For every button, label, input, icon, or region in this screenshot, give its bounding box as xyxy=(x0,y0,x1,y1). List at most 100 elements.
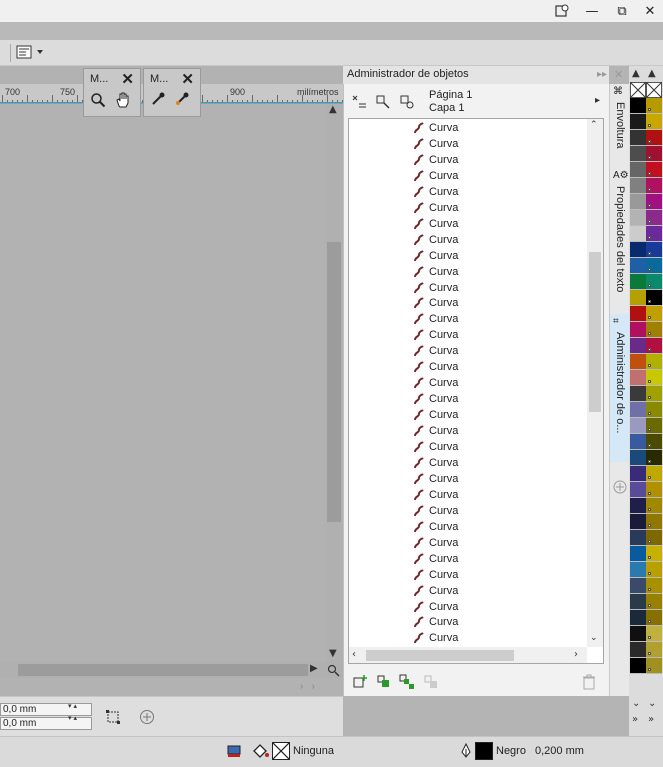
tree-item-curve[interactable]: Curva xyxy=(413,343,458,359)
palette-scroll-up-icon[interactable]: ▲ xyxy=(632,68,640,79)
zoom-to-page-icon[interactable] xyxy=(327,664,340,677)
new-layer-icon[interactable] xyxy=(352,674,368,690)
color-swatch[interactable] xyxy=(630,242,646,258)
color-swatch[interactable] xyxy=(646,402,662,418)
color-swatch[interactable] xyxy=(630,290,646,306)
color-swatch[interactable] xyxy=(630,546,646,562)
color-swatch[interactable] xyxy=(646,450,662,466)
page-layer-info[interactable]: Página 1 Capa 1 xyxy=(429,89,472,115)
color-swatch[interactable] xyxy=(646,146,662,162)
palette-expand-icon[interactable]: » xyxy=(648,714,654,725)
tree-item-curve[interactable]: Curva xyxy=(413,311,458,327)
tree-item-curve[interactable]: Curva xyxy=(413,200,458,216)
page-nav-arrows[interactable]: › › xyxy=(300,681,315,692)
color-swatch[interactable] xyxy=(630,210,646,226)
color-swatch[interactable] xyxy=(630,562,646,578)
color-swatch[interactable] xyxy=(646,178,662,194)
add-docker-tab-icon[interactable] xyxy=(613,480,627,494)
tree-item-curve[interactable]: Curva xyxy=(413,391,458,407)
restore-button[interactable]: ⧉ xyxy=(608,0,636,22)
tree-item-curve[interactable]: Curva xyxy=(413,519,458,535)
color-swatch[interactable] xyxy=(646,466,662,482)
color-swatch[interactable] xyxy=(630,114,646,130)
color-swatch[interactable] xyxy=(646,194,662,210)
color-proofing-icon[interactable] xyxy=(227,744,241,758)
scroll-right-icon[interactable]: ▶ xyxy=(310,663,318,674)
color-swatch[interactable] xyxy=(646,546,662,562)
fill-none-swatch[interactable] xyxy=(272,742,290,760)
tree-item-curve[interactable]: Curva xyxy=(413,120,458,136)
color-swatch[interactable] xyxy=(646,386,662,402)
color-swatch[interactable] xyxy=(646,434,662,450)
eyedropper-icon[interactable] xyxy=(150,91,166,107)
fill-bucket-icon[interactable] xyxy=(252,743,270,759)
tab-propiedades-del-texto[interactable]: A⚙ Propiedades del texto xyxy=(610,168,630,304)
drawing-canvas[interactable] xyxy=(0,66,343,696)
panel-expand-icon[interactable]: ▸▸ xyxy=(597,69,607,80)
color-swatch[interactable] xyxy=(630,594,646,610)
color-swatch[interactable] xyxy=(646,338,662,354)
eyedropper-minibar[interactable]: M... ✕ xyxy=(143,68,201,117)
color-swatch[interactable] xyxy=(646,498,662,514)
y-position-field[interactable]: 0,0 mm xyxy=(0,717,92,730)
outline-color-swatch[interactable] xyxy=(475,742,493,760)
tree-item-curve[interactable]: Curva xyxy=(413,136,458,152)
palette-expand-icon[interactable]: » xyxy=(632,714,638,725)
color-swatch[interactable] xyxy=(646,322,662,338)
tree-item-curve[interactable]: Curva xyxy=(413,423,458,439)
color-swatch[interactable] xyxy=(630,338,646,354)
tree-item-curve[interactable]: Curva xyxy=(413,599,458,615)
edit-across-layers-icon[interactable] xyxy=(399,94,415,110)
color-swatch[interactable] xyxy=(646,514,662,530)
tree-item-curve[interactable]: Curva xyxy=(413,264,458,280)
tree-item-curve[interactable]: Curva xyxy=(413,455,458,471)
palette-scroll-up-icon[interactable]: ▲ xyxy=(648,68,656,79)
tree-scroll-up-icon[interactable]: ⌃ xyxy=(590,120,598,130)
palette-scroll-down-icon[interactable]: ⌄ xyxy=(648,698,656,709)
tree-item-curve[interactable]: Curva xyxy=(413,216,458,232)
transform-icon[interactable] xyxy=(105,709,121,725)
color-swatch[interactable] xyxy=(646,642,662,658)
color-swatch[interactable] xyxy=(646,226,662,242)
color-swatch[interactable] xyxy=(630,514,646,530)
object-tree[interactable]: Curva Curva Curva Curva Curva Curva Curva Curva… xyxy=(348,118,604,664)
tree-item-curve[interactable]: Curva xyxy=(413,630,458,646)
color-swatch[interactable] xyxy=(630,466,646,482)
color-swatch[interactable] xyxy=(630,162,646,178)
panel-close-icon[interactable]: ✕ xyxy=(614,68,623,81)
color-swatch[interactable] xyxy=(646,162,662,178)
color-swatch[interactable] xyxy=(630,130,646,146)
color-swatch[interactable] xyxy=(630,658,646,674)
color-swatch[interactable] xyxy=(630,354,646,370)
options-dropdown[interactable] xyxy=(16,45,44,59)
color-swatch[interactable] xyxy=(630,418,646,434)
color-swatch[interactable] xyxy=(646,130,662,146)
tab-administrador-de-objetos[interactable]: ⌗ Administrador de o... xyxy=(610,314,630,462)
color-swatch[interactable] xyxy=(646,210,662,226)
canvas-vertical-scroll-thumb[interactable] xyxy=(327,242,341,522)
color-swatch[interactable] xyxy=(646,626,662,642)
color-swatch[interactable] xyxy=(630,194,646,210)
zoom-minibar[interactable]: M... ✕ xyxy=(83,68,141,117)
color-swatch[interactable] xyxy=(630,578,646,594)
scroll-up-icon[interactable]: ▲ xyxy=(329,104,337,115)
tree-item-curve[interactable]: Curva xyxy=(413,503,458,519)
tree-item-curve[interactable]: Curva xyxy=(413,327,458,343)
color-swatch[interactable] xyxy=(630,98,646,114)
tree-item-curve[interactable]: Curva xyxy=(413,407,458,423)
tree-item-curve[interactable]: Curva xyxy=(413,295,458,311)
color-swatch[interactable] xyxy=(646,578,662,594)
tree-item-curve[interactable]: Curva xyxy=(413,168,458,184)
color-swatch[interactable] xyxy=(630,498,646,514)
zoom-icon[interactable] xyxy=(90,92,106,108)
color-swatch[interactable] xyxy=(646,658,662,674)
close-button[interactable]: ✕ xyxy=(636,0,663,22)
tree-horizontal-scroll-thumb[interactable] xyxy=(366,650,514,661)
color-swatch[interactable] xyxy=(646,98,662,114)
tree-item-curve[interactable]: Curva xyxy=(413,471,458,487)
close-icon[interactable]: ✕ xyxy=(181,70,194,88)
tree-item-curve[interactable]: Curva xyxy=(413,280,458,296)
color-swatch[interactable] xyxy=(630,386,646,402)
tree-item-curve[interactable]: Curva xyxy=(413,184,458,200)
tree-scroll-right-icon[interactable]: › xyxy=(574,649,578,660)
